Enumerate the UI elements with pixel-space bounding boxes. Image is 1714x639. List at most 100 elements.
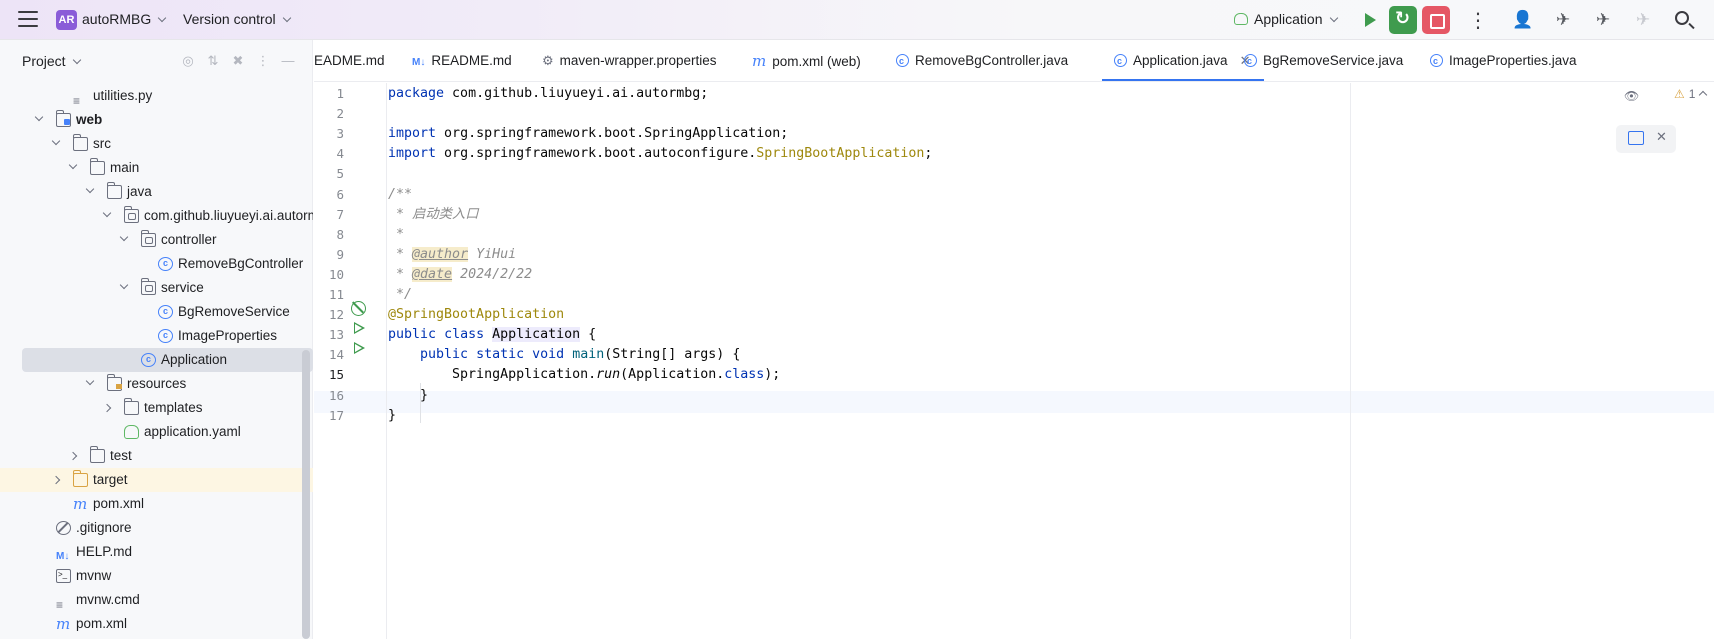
chevron-right-icon[interactable] [68, 451, 78, 461]
tree-item-label: HELP.md [76, 544, 133, 559]
ai-assistant-icon[interactable] [1628, 131, 1644, 145]
main-menu-icon[interactable] [18, 11, 38, 29]
code-text: public class Application { [388, 327, 597, 343]
warning-indicator[interactable]: ⚠ 1 [1674, 87, 1695, 101]
tree-item[interactable]: M↓ HELP.md [0, 540, 313, 564]
java-class-icon: c [158, 257, 173, 271]
tree-item[interactable]: service [0, 276, 313, 300]
collapse-all-icon[interactable]: ✖ [230, 53, 246, 69]
code-text: * 启动类入口 [388, 206, 479, 222]
deploy-rocket-icon[interactable]: ✈ [1551, 8, 1575, 32]
java-class-icon: c [158, 329, 173, 343]
editor-tab-label: ImageProperties.java [1449, 53, 1577, 68]
deploy-rocket-icon[interactable]: ✈ [1591, 8, 1615, 32]
editor-tab[interactable]: Application.java✕ [1102, 40, 1265, 81]
run-configuration-selector[interactable]: Application [1234, 11, 1338, 27]
project-tree-scrollbar[interactable] [302, 350, 310, 639]
tree-item[interactable]: java [0, 180, 313, 204]
more-actions-button[interactable] [1458, 6, 1488, 34]
code-text: * [388, 226, 405, 242]
tree-item[interactable]: c ImageProperties [0, 324, 313, 348]
tree-item[interactable]: com.github.liuyueyi.ai.autormbg [0, 204, 313, 228]
tree-item[interactable]: c RemoveBgController [0, 252, 313, 276]
editor-tab[interactable]: ⚙ maven-wrapper.properties [542, 40, 716, 81]
editor-tab-label: pom.xml (web) [772, 54, 861, 69]
tree-item[interactable]: >_ mvnw [0, 564, 313, 588]
expand-all-icon[interactable]: ⇅ [205, 53, 221, 69]
code-text: @SpringBootApplication [388, 307, 565, 323]
tree-item-label: mvnw.cmd [76, 592, 140, 607]
options-icon[interactable]: ⋮ [255, 53, 271, 69]
tree-item[interactable]: src [0, 132, 313, 156]
line-number: 16 [328, 387, 344, 403]
tree-item[interactable]: m pom.xml [0, 612, 313, 636]
tree-item[interactable]: controller [0, 228, 313, 252]
chevron-up-icon[interactable] [1698, 90, 1708, 100]
add-user-icon[interactable]: 👤 [1511, 8, 1535, 32]
close-icon[interactable]: ✕ [1656, 129, 1667, 145]
chevron-down-icon[interactable] [85, 376, 95, 386]
folder-icon [73, 134, 88, 151]
tree-item[interactable]: m pom.xml [0, 492, 313, 516]
locate-icon[interactable]: ◎ [180, 53, 196, 69]
code-text: import org.springframework.boot.autoconf… [388, 146, 933, 162]
tree-item[interactable]: main [0, 156, 313, 180]
run-button[interactable] [1355, 6, 1383, 34]
chevron-right-icon[interactable] [102, 403, 112, 413]
spring-class-icon [1114, 40, 1127, 81]
tree-item[interactable]: c BgRemoveService [0, 300, 313, 324]
yaml-file-icon [124, 425, 139, 439]
editor-tab[interactable]: ImageProperties.java [1430, 40, 1577, 81]
editor-tab[interactable]: m pom.xml (web) [752, 40, 861, 81]
tree-item[interactable]: application.yaml [0, 420, 313, 444]
project-tree[interactable]: ≡ utilities.py web src main java com.github.li… [0, 84, 313, 636]
hide-panel-icon[interactable]: — [280, 53, 296, 68]
folder-icon [90, 446, 105, 463]
tree-item[interactable]: c Application [22, 348, 313, 372]
run-main-gutter-icon[interactable] [354, 342, 365, 354]
tree-item[interactable]: ≡ mvnw.cmd [0, 588, 313, 612]
chevron-down-icon[interactable] [85, 184, 95, 194]
tree-item[interactable]: ≡ utilities.py [0, 84, 313, 108]
line-number: 12 [328, 307, 344, 323]
stop-button[interactable] [1422, 6, 1450, 34]
line-number: 7 [336, 206, 344, 222]
reader-mode-icon[interactable]: 👁 [1624, 89, 1639, 103]
chevron-down-icon[interactable] [68, 160, 78, 170]
chevron-right-icon[interactable] [51, 475, 61, 485]
version-control-menu[interactable]: Version control [183, 11, 291, 27]
tree-item[interactable]: resources [0, 372, 313, 396]
editor-tab[interactable]: RemoveBgController.java [896, 40, 1068, 81]
run-class-gutter-icon[interactable] [354, 322, 365, 334]
search-icon[interactable] [1671, 8, 1695, 32]
chevron-down-icon[interactable] [34, 112, 44, 122]
tree-item[interactable]: web [0, 108, 313, 132]
line-number: 5 [336, 166, 344, 182]
ai-assistant-widget[interactable]: ✕ [1616, 125, 1676, 153]
tree-item-label: com.github.liuyueyi.ai.autormbg [144, 208, 313, 223]
tree-item[interactable]: test [0, 444, 313, 468]
chevron-down-icon[interactable] [51, 136, 61, 146]
editor-tab-label: BgRemoveService.java [1263, 53, 1404, 68]
tree-item[interactable]: templates [0, 396, 313, 420]
gitignore-icon [56, 521, 71, 535]
tree-item[interactable]: .gitignore [0, 516, 313, 540]
title-bar: AR autoRMBG Version control Application … [0, 0, 1714, 40]
project-tool-window: Project ◎ ⇅ ✖ ⋮ — ≡ utilities.py web src main jav… [0, 40, 313, 639]
editor-tab[interactable]: ai\README.md [314, 40, 385, 81]
package-icon [124, 206, 139, 223]
project-selector[interactable]: autoRMBG [82, 11, 167, 27]
properties-file-icon: ⚙ [542, 53, 554, 68]
project-badge: AR [56, 10, 77, 30]
code-editor[interactable]: 1 package com.github.liuyueyi.ai.autormbg… [314, 83, 1714, 639]
rerun-button[interactable] [1389, 6, 1417, 34]
chevron-down-icon[interactable] [102, 208, 112, 218]
editor-tab[interactable]: M↓ README.md [412, 40, 512, 81]
line-number: 3 [336, 126, 344, 142]
editor-tab[interactable]: BgRemoveService.java [1244, 40, 1404, 81]
spring-bean-gutter-icon[interactable] [351, 301, 366, 316]
project-view-selector[interactable]: Project [22, 53, 81, 69]
tree-item[interactable]: target [0, 468, 313, 492]
chevron-down-icon[interactable] [119, 280, 129, 290]
chevron-down-icon[interactable] [119, 232, 129, 242]
